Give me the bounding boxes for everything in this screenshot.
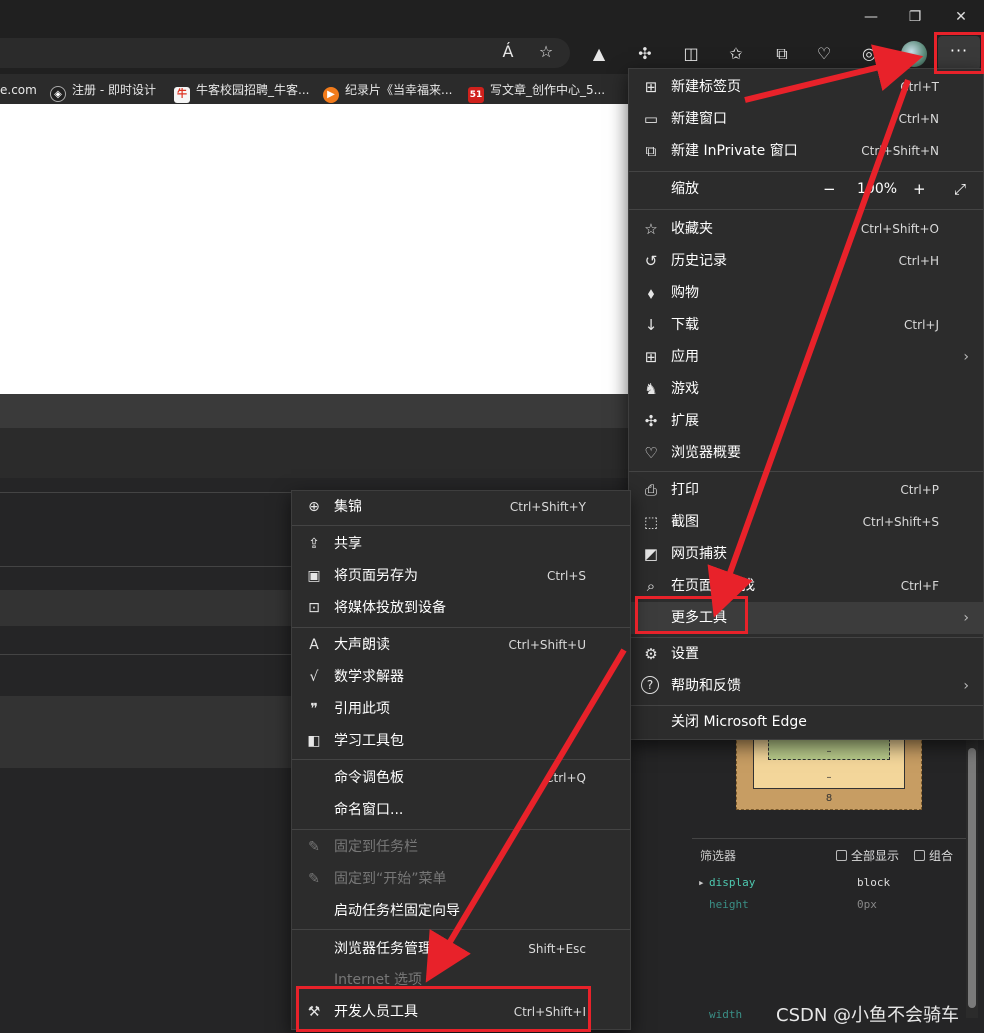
- watermark: CSDN @小鱼不会骑车: [776, 1005, 960, 1026]
- arrow-to-more-button: [744, 44, 924, 103]
- annotation-arrows: [425, 44, 924, 983]
- arrow-to-more-tools: [707, 78, 911, 618]
- arrow-to-developer-tools: [425, 648, 627, 983]
